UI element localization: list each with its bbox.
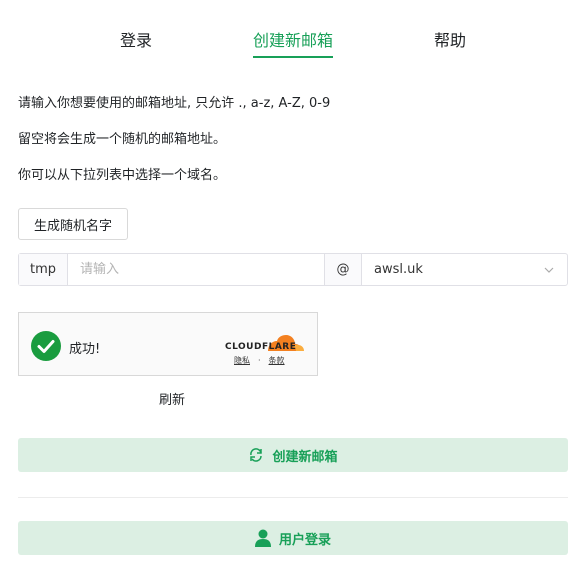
address-input-group: tmp @ awsl.uk	[18, 253, 568, 286]
mailbox-name-input[interactable]	[68, 254, 324, 285]
instruction-empty-random: 留空将会生成一个随机的邮箱地址。	[18, 132, 227, 147]
instruction-allowed-chars: 请输入你想要使用的邮箱地址, 只允许 ., a-z, A-Z, 0-9	[18, 96, 331, 111]
link-separator: ·	[258, 356, 261, 365]
chevron-down-icon	[544, 267, 554, 273]
refresh-arrows-icon	[250, 448, 263, 462]
user-login-label: 用户登录	[278, 532, 331, 548]
domain-selected-value: awsl.uk	[374, 262, 423, 277]
active-tab-indicator	[253, 56, 333, 58]
captcha-links: 隐私 · 条款	[234, 355, 285, 366]
user-login-button[interactable]: 用户登录	[18, 521, 568, 555]
refresh-link[interactable]: 刷新	[159, 389, 185, 408]
cloudflare-brand: CLOUDFLARE	[225, 342, 297, 352]
privacy-link[interactable]: 隐私	[234, 356, 250, 365]
instruction-domain-select: 你可以从下拉列表中选择一个域名。	[18, 168, 227, 183]
tab-create-mailbox[interactable]: 创建新邮箱	[253, 27, 333, 51]
create-mailbox-button[interactable]: 创建新邮箱	[18, 438, 568, 472]
tab-login[interactable]: 登录	[120, 27, 152, 51]
captcha-widget: 成功! CLOUDFLARE 隐私 · 条款	[18, 312, 318, 376]
captcha-status: 成功!	[69, 342, 101, 357]
divider	[18, 497, 568, 498]
terms-link[interactable]: 条款	[269, 356, 285, 365]
at-symbol: @	[324, 254, 362, 285]
generate-random-name-button[interactable]: 生成随机名字	[18, 208, 128, 240]
tab-help[interactable]: 帮助	[434, 27, 466, 51]
tab-bar: 登录 创建新邮箱 帮助	[0, 0, 586, 60]
address-prefix: tmp	[19, 254, 68, 285]
user-icon	[254, 529, 271, 547]
success-check-icon	[31, 331, 61, 361]
create-mailbox-label: 创建新邮箱	[272, 449, 338, 465]
domain-select[interactable]: awsl.uk	[362, 254, 567, 285]
